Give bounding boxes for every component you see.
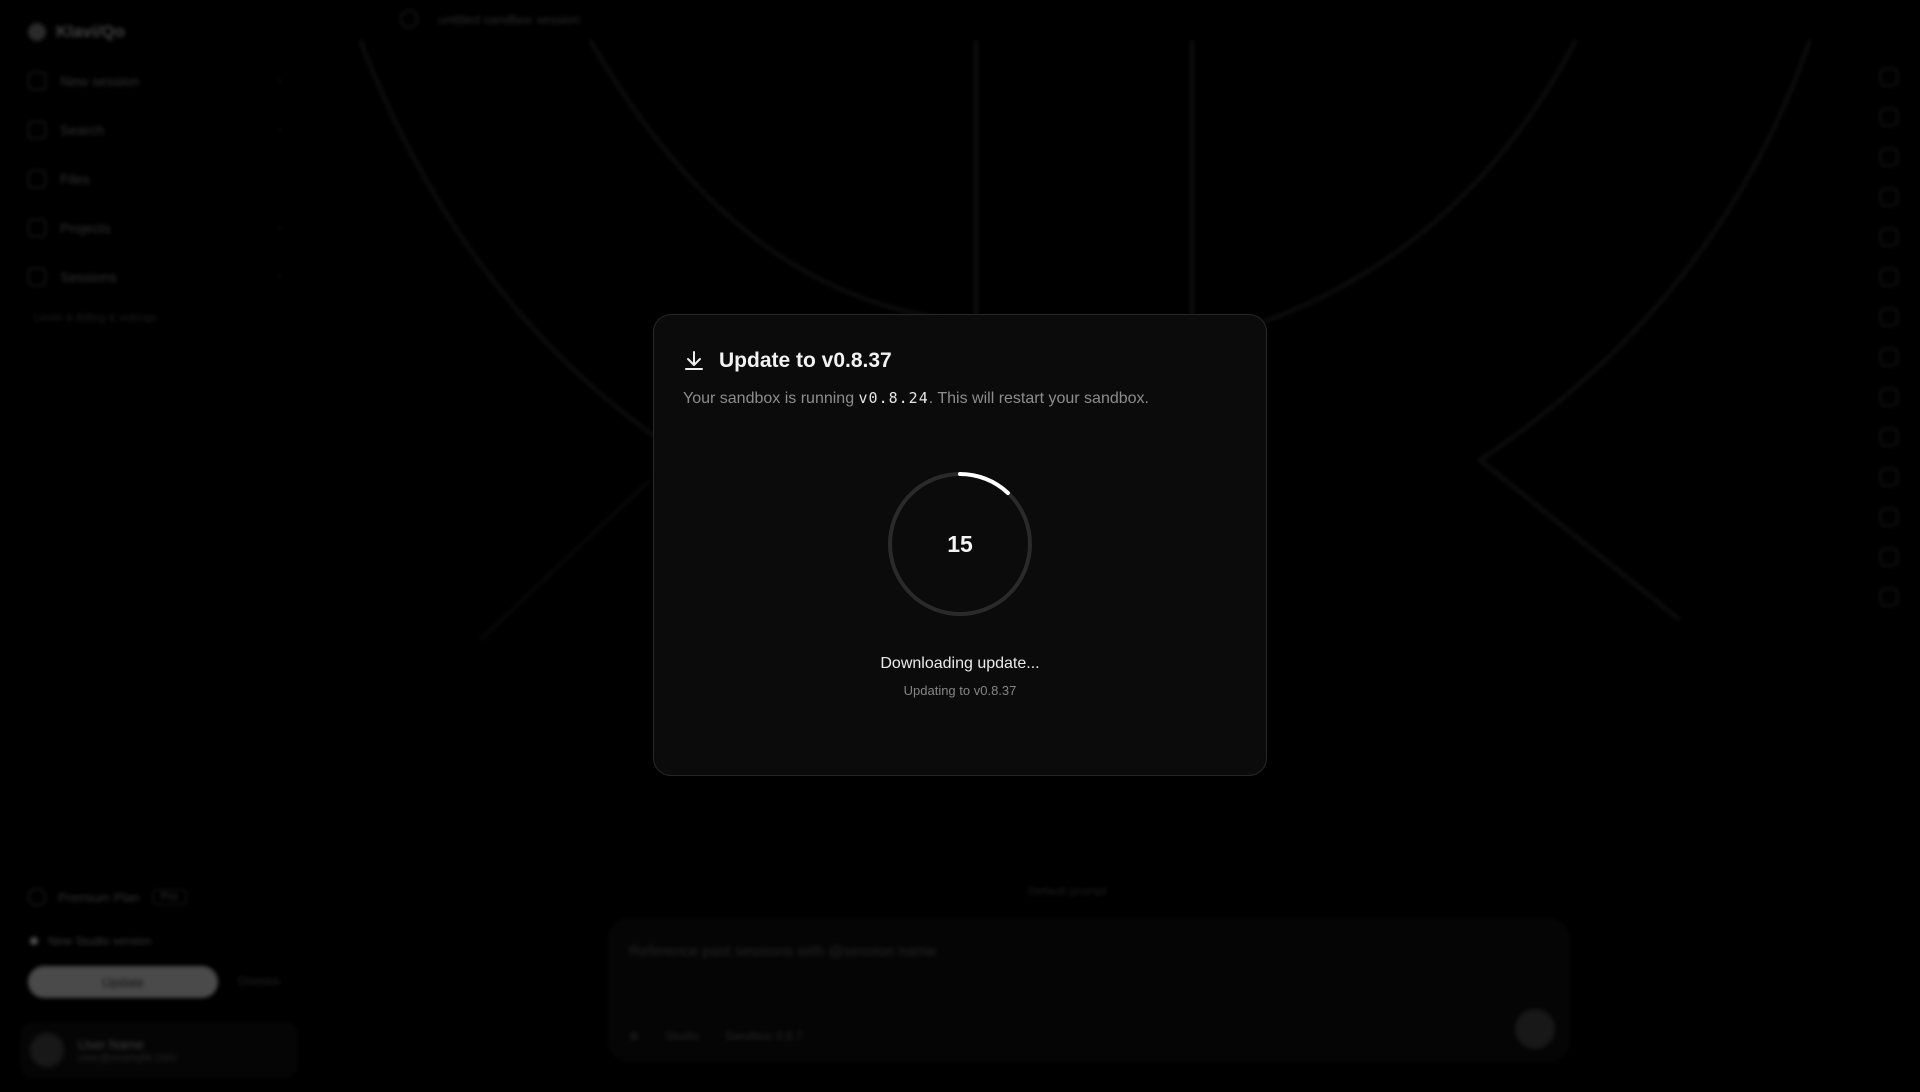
modal-description: Your sandbox is running v0.8.24. This wi… — [683, 389, 1149, 408]
desc-suffix: . This will restart your sandbox. — [928, 390, 1149, 407]
download-icon — [685, 351, 703, 370]
modal-title: Update to v0.8.37 — [719, 349, 892, 372]
desc-prefix: Your sandbox is running — [683, 390, 859, 407]
modal-header: Update to v0.8.37 — [683, 349, 892, 373]
status-subtext: Updating to v0.8.37 — [903, 683, 1017, 698]
countdown-number: 15 — [947, 530, 973, 557]
update-modal: Update to v0.8.37 Your sandbox is runnin… — [653, 314, 1267, 776]
status-text: Downloading update... — [880, 655, 1040, 672]
current-version: v0.8.24 — [858, 389, 929, 407]
